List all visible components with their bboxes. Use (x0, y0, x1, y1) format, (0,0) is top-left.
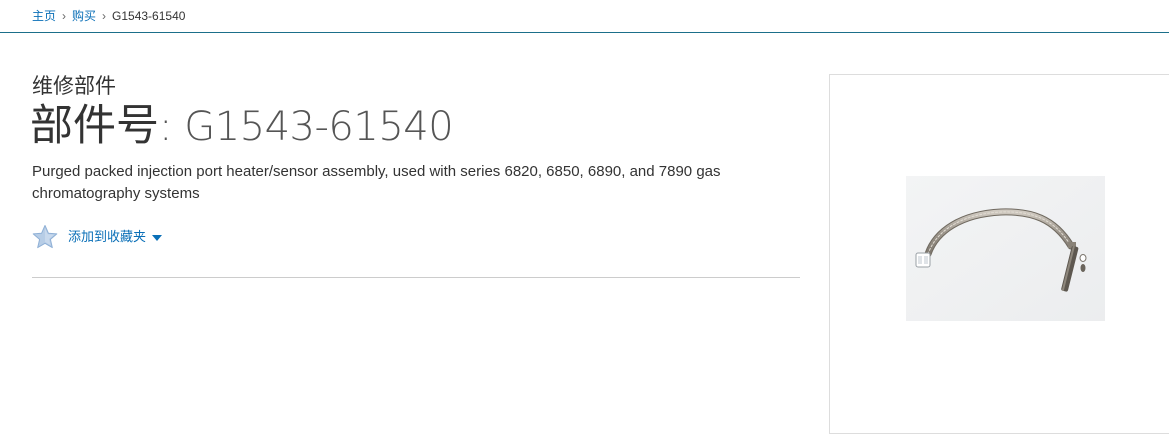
product-image[interactable] (906, 176, 1105, 321)
breadcrumb-buy-link[interactable]: 购买 (72, 9, 96, 23)
header-divider (0, 32, 1169, 33)
breadcrumb-separator: › (102, 9, 107, 23)
add-to-favorites-button[interactable]: 添加到收藏夹 (32, 224, 163, 250)
add-to-favorites-label: 添加到收藏夹 (68, 229, 147, 244)
product-description: Purged packed injection port heater/sens… (32, 163, 721, 202)
section-divider (32, 277, 800, 278)
product-image-panel (829, 74, 1169, 434)
star-icon (32, 225, 58, 249)
page-title: 部件号: G1543-61540 (30, 100, 454, 155)
product-category: 维修部件 (32, 74, 116, 98)
breadcrumb-current: G1543-61540 (112, 9, 186, 23)
breadcrumb-separator: › (62, 9, 67, 23)
breadcrumb-home-link[interactable]: 主页 (32, 9, 56, 23)
part-number-label: 部件号 (30, 101, 159, 151)
breadcrumb: 主页 › 购买 › G1543-61540 (32, 8, 185, 24)
caret-down-icon[interactable] (152, 235, 163, 241)
part-number-value: : G1543-61540 (159, 104, 454, 150)
